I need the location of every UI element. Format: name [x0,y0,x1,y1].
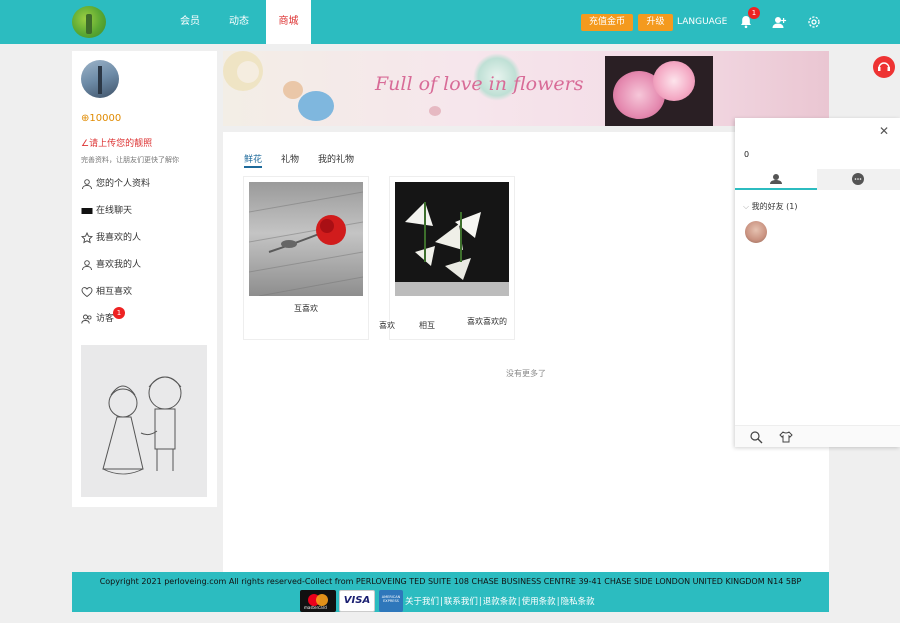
upgrade-button[interactable]: 升级 [638,14,673,31]
amex-icon: AMERICAN EXPRESS [379,590,403,612]
overlay-fragment: 相互 [419,321,435,330]
skin-shirt-icon[interactable] [779,430,793,447]
sidebar-item-mutual[interactable]: 相互喜欢 [81,284,211,300]
visitor-badge: 1 [113,307,125,319]
chat-toolbar [735,425,900,447]
sidebar-item-label: 您的个人资料 [96,179,151,189]
coin-balance: ⊕10000 [81,113,121,124]
overlay-fragment: 喜欢喜欢的 [467,317,507,326]
product-card-rose[interactable]: 互喜欢 [243,176,369,340]
sidebar-item-label: 访客 [96,314,115,324]
user-avatar[interactable] [81,60,119,98]
chevron-down-icon: ⌵ [743,202,750,211]
sidebar-item-label: 我喜欢的人 [96,233,142,243]
search-icon[interactable] [749,430,763,447]
site-logo[interactable] [72,6,106,38]
coin-amount: 10000 [89,113,122,124]
nav-moments[interactable]: 动态 [219,0,259,44]
friend-group[interactable]: ⌵ 我的好友 (1) [743,201,798,212]
recharge-button[interactable]: 充值金币 [581,14,633,31]
group-label: 我的好友 [751,202,784,211]
sidebar-item-label: 在线聊天 [96,206,133,216]
message-bubble-icon [852,173,864,185]
chat-icon [81,205,93,217]
chat-panel: ✕ 0 ⌵ 我的好友 (1) [735,118,900,447]
profile-sidebar: ⊕10000 ∠请上传您的靓照 完善资料，让朋友们更快了解你 您的个人资料 在线… [72,51,217,507]
nav-members[interactable]: 会员 [170,0,210,44]
tab-my-gifts[interactable]: 我的礼物 [318,152,354,168]
copyright-text: Copyright 2021 perloveing.com All rights… [99,577,802,586]
heart-icon [81,286,93,298]
language-selector[interactable]: LANGUAGE [677,14,727,31]
link-contact-us[interactable]: 联系我们 [444,597,478,607]
visitors-icon [81,313,93,325]
tab-friends[interactable] [735,169,817,190]
tab-messages[interactable] [817,169,900,190]
mastercard-label: mastercard [304,605,327,610]
user-icon [81,259,93,271]
red-rose-photo [248,182,364,297]
add-friend-icon[interactable] [771,14,787,30]
settings-gear-icon[interactable] [806,14,822,30]
shop-banner[interactable]: Full of love in flowers [223,51,829,126]
sidebar-item-i-like[interactable]: 我喜欢的人 [80,230,211,246]
profile-hint: 完善资料，让朋友们更快了解你 [81,156,179,164]
sidebar-item-likes-me[interactable]: 喜欢我的人 [81,257,211,273]
link-privacy-policy[interactable]: 隐私条款 [561,597,595,607]
tab-gifts[interactable]: 礼物 [281,152,299,168]
mastercard-icon: mastercard [300,590,336,612]
customer-support-icon[interactable] [873,56,895,78]
sidebar-item-label: 喜欢我的人 [96,260,142,270]
user-icon [81,178,93,190]
close-icon[interactable]: ✕ [878,125,890,137]
friend-avatar[interactable] [745,221,767,243]
white-lily-photo [395,182,509,296]
upload-photo-label: 请上传您的靓照 [89,139,153,149]
edit-icon: ∠ [81,139,90,149]
product-label: 互喜欢 [294,304,318,313]
sidebar-item-visitors[interactable]: 访客 [81,311,211,327]
person-icon [770,174,782,184]
group-count: (1) [786,202,798,211]
sidebar-item-profile[interactable]: 您的个人资料 [81,176,211,192]
amex-label: AMERICAN EXPRESS [381,595,401,603]
tab-flowers[interactable]: 鲜花 [244,152,263,168]
site-footer: Copyright 2021 perloveing.com All rights… [72,572,829,612]
star-icon [80,231,94,244]
chat-tabs [735,169,900,190]
footer-links: 关于我们|联系我们|退款条款|使用条款|隐私条款 [405,597,595,607]
overlay-fragment: 喜欢 [379,321,395,330]
link-refund-terms[interactable]: 退款条款 [483,597,517,607]
nav-shop[interactable]: 商城 [266,0,311,44]
online-count: 0 [744,150,750,159]
notification-badge: 1 [748,7,760,19]
top-navigation-bar: 会员 动态 商城 充值金币 升级 LANGUAGE 1 [0,0,900,44]
sidebar-item-label: 相互喜欢 [96,287,133,297]
upload-photo-link[interactable]: ∠请上传您的靓照 [81,136,152,149]
link-terms-of-use[interactable]: 使用条款 [522,597,556,607]
sidebar-item-chat[interactable]: 在线聊天 [81,203,211,219]
visa-icon: VISA [339,590,375,612]
link-about-us[interactable]: 关于我们 [405,597,439,607]
couple-drawing-image [81,345,207,497]
banner-text: Full of love in flowers [375,73,584,95]
